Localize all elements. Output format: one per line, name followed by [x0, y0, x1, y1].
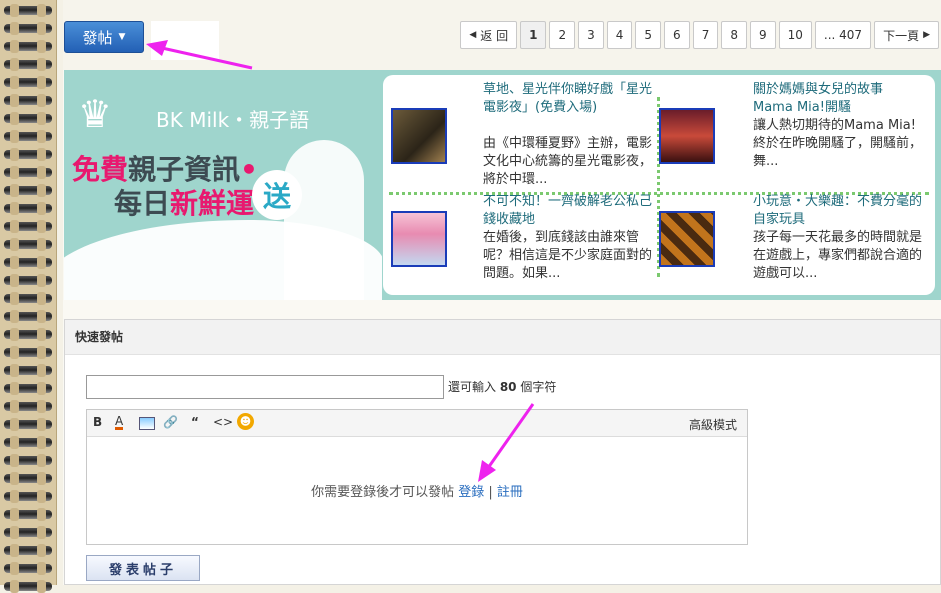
image-icon[interactable]	[139, 417, 155, 430]
spiral-ring	[4, 418, 52, 431]
font-color-icon[interactable]: A	[115, 415, 124, 430]
spiral-ring	[4, 4, 52, 17]
spiral-ring	[4, 436, 52, 449]
page-link[interactable]: 1	[520, 21, 547, 49]
next-page-button[interactable]: 下一頁 ▶	[874, 21, 939, 49]
page-link[interactable]: 3	[578, 21, 604, 49]
spiral-ring	[4, 94, 52, 107]
spiral-ring	[4, 238, 52, 251]
spiral-ring	[4, 274, 52, 287]
article-thumbnail[interactable]	[391, 108, 447, 164]
advanced-mode-link[interactable]: 高級模式	[689, 416, 737, 433]
login-link[interactable]: 登錄	[458, 485, 484, 500]
article-grid: 草地、星光伴你睇好戲「星光電影夜」(免費入場) 由《中環種夏野》主辦，電影文化中…	[383, 75, 935, 295]
spiral-ring	[4, 562, 52, 575]
article-desc: 在婚後，到底錢該由誰來管呢？相信這是不少家庭面對的問題。如果...	[483, 230, 653, 281]
spiral-ring	[4, 346, 52, 359]
article-title[interactable]: 關於媽媽與女兒的故事 Mama Mia!開騷	[753, 81, 925, 117]
last-page-link[interactable]: ... 407	[814, 21, 872, 49]
page-link[interactable]: 10	[778, 21, 812, 49]
top-bar: 發帖 ▼ ◀ 返 回 1 2 3 4 5 6 7 8 9 10 ... 407 …	[63, 0, 941, 70]
article-card[interactable]: 不可不知！一齊破解老公私己錢收藏地 在婚後，到底錢該由誰來管呢？相信這是不少家庭…	[383, 179, 655, 281]
banner-slogan-line2: 每日新鮮運	[114, 187, 255, 220]
chevron-down-icon: ▼	[118, 32, 126, 42]
spiral-ring	[4, 130, 52, 143]
spiral-ring	[4, 220, 52, 233]
post-editor[interactable]: B A 🔗 “ <> ☻ 高級模式 你需要登錄後才可以發帖 登錄 | 註冊	[86, 409, 748, 545]
spiral-ring	[4, 526, 52, 539]
quick-post-panel: 快速發帖 還可輸入 80 個字符 B A 🔗 “ <> ☻ 高級模式 你需要登錄…	[64, 319, 941, 585]
spiral-ring	[4, 58, 52, 71]
spiral-ring	[4, 328, 52, 341]
submit-post-button[interactable]: 發表帖子	[86, 555, 200, 581]
article-thumbnail[interactable]	[659, 211, 715, 267]
article-card[interactable]: 小玩意・大樂趣：不費分毫的自家玩具 孩子每一天花最多的時間就是在遊戲上，專家們都…	[651, 179, 922, 281]
spiral-ring	[4, 112, 52, 125]
chevron-right-icon: ▶	[923, 30, 930, 40]
spiral-ring	[4, 400, 52, 413]
post-button[interactable]: 發帖 ▼	[64, 21, 144, 53]
article-desc: 讓人熱切期待的Mama Mia!終於在昨晚開騷了，開騷前，舞...	[753, 118, 923, 169]
spiral-ring	[4, 184, 52, 197]
notebook-spiral	[0, 0, 57, 593]
spiral-ring	[4, 256, 52, 269]
spiral-ring	[4, 364, 52, 377]
banner-brand: BK Milk・親子語	[156, 108, 310, 132]
main-content: 發帖 ▼ ◀ 返 回 1 2 3 4 5 6 7 8 9 10 ... 407 …	[63, 0, 941, 585]
article-card[interactable]: 關於媽媽與女兒的故事 Mama Mia!開騷 讓人熱切期待的Mama Mia!終…	[651, 75, 922, 175]
spiral-ring	[4, 292, 52, 305]
chevron-left-icon: ◀	[469, 30, 477, 40]
spiral-ring	[4, 76, 52, 89]
smiley-icon[interactable]: ☻	[237, 413, 254, 430]
banner-artwork[interactable]: ♛ BK Milk・親子語 免費親子資訊• 每日新鮮運 送	[64, 70, 382, 300]
milk-splash-shape	[284, 140, 364, 300]
spiral-ring	[4, 382, 52, 395]
spiral-ring	[4, 508, 52, 521]
page-link[interactable]: 7	[692, 21, 719, 49]
prev-page-button[interactable]: ◀ 返 回	[460, 21, 518, 49]
page-link[interactable]: 9	[749, 21, 776, 49]
page-link[interactable]: 8	[721, 21, 747, 49]
spiral-ring	[4, 490, 52, 503]
article-card[interactable]: 草地、星光伴你睇好戲「星光電影夜」(免費入場) 由《中環種夏野》主辦，電影文化中…	[383, 75, 655, 187]
article-title[interactable]: 不可不知！一齊破解老公私己錢收藏地	[483, 193, 655, 229]
pagination: ◀ 返 回 1 2 3 4 5 6 7 8 9 10 ... 407 下一頁 ▶	[460, 21, 939, 49]
code-icon[interactable]: <>	[213, 415, 233, 429]
quote-icon[interactable]: “	[191, 415, 199, 429]
page-link[interactable]: 2	[549, 21, 576, 49]
blank-area	[151, 21, 219, 60]
page-link[interactable]: 4	[606, 21, 633, 49]
editor-toolbar: B A 🔗 “ <> ☻ 高級模式	[87, 410, 747, 437]
register-link[interactable]: 註冊	[497, 485, 523, 500]
page-link[interactable]: 5	[635, 21, 662, 49]
spiral-ring	[4, 22, 52, 35]
article-desc: 孩子每一天花最多的時間就是在遊戲上，專家們都說合適的遊戲可以...	[753, 230, 923, 281]
spiral-ring	[4, 148, 52, 161]
spiral-ring	[4, 202, 52, 215]
spiral-ring	[4, 454, 52, 467]
login-required-message: 你需要登錄後才可以發帖 登錄 | 註冊	[311, 485, 523, 500]
link-icon[interactable]: 🔗	[163, 415, 178, 429]
spiral-ring	[4, 166, 52, 179]
spiral-ring	[4, 310, 52, 323]
spiral-ring	[4, 544, 52, 557]
char-limit: 還可輸入 80 個字符	[448, 380, 557, 394]
ad-banner: ♛ BK Milk・親子語 免費親子資訊• 每日新鮮運 送 草地、星光伴你睇好戲…	[64, 70, 941, 300]
crown-icon: ♛	[78, 92, 113, 136]
page-link[interactable]: 6	[664, 21, 690, 49]
subject-input[interactable]	[86, 375, 444, 399]
bold-icon[interactable]: B	[93, 415, 102, 429]
spiral-ring	[4, 580, 52, 593]
banner-send-badge: 送	[252, 170, 302, 220]
article-title[interactable]: 小玩意・大樂趣：不費分毫的自家玩具	[753, 193, 925, 229]
spiral-ring	[4, 472, 52, 485]
article-thumbnail[interactable]	[659, 108, 715, 164]
article-thumbnail[interactable]	[391, 211, 447, 267]
spiral-ring	[4, 40, 52, 53]
article-title[interactable]: 草地、星光伴你睇好戲「星光電影夜」(免費入場)	[483, 81, 655, 117]
quick-post-heading: 快速發帖	[65, 320, 940, 355]
post-button-label: 發帖	[82, 28, 113, 47]
